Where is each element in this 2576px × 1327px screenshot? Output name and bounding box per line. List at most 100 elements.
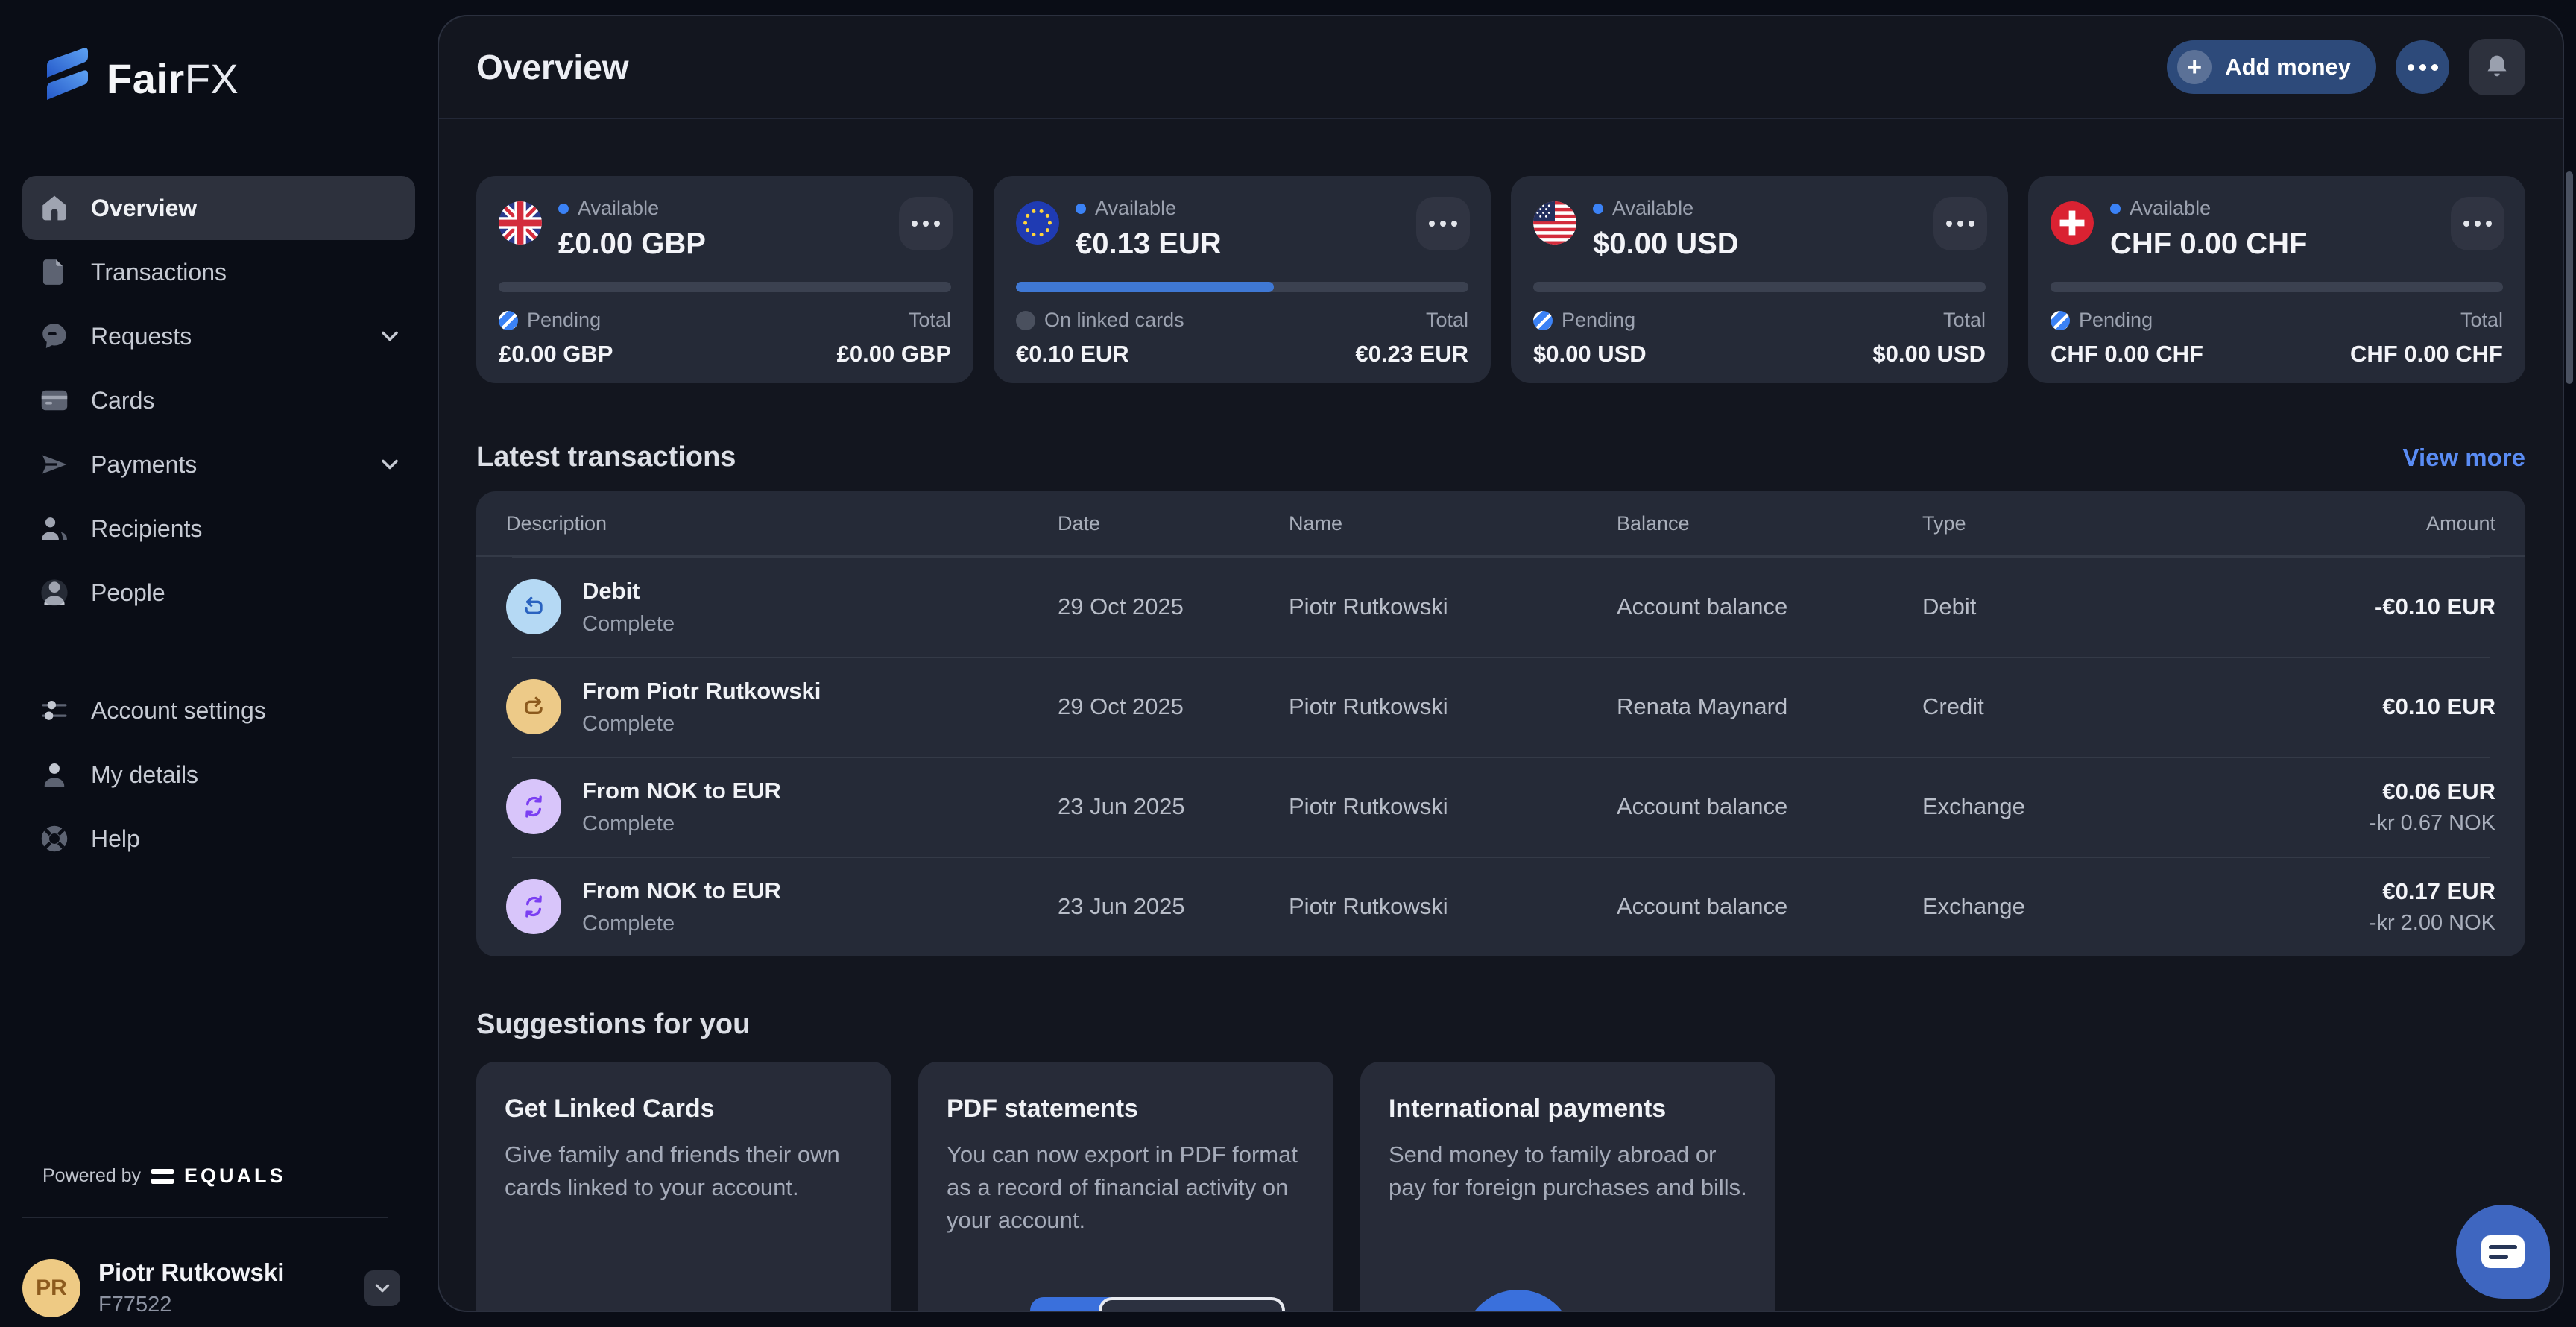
user-account-id: F77522 [98,1293,364,1317]
table-row[interactable]: From NOK to EUR Complete 23 Jun 2025 Pio… [476,857,2525,956]
suggestion-card-linked-cards[interactable]: Get Linked Cards Give family and friends… [476,1062,891,1312]
transaction-amount-secondary: -kr 2.00 NOK [2213,911,2496,936]
total-value: CHF 0.00 CHF [2350,341,2503,368]
add-money-button[interactable]: + Add money [2167,40,2376,94]
account-more-button[interactable] [2451,197,2504,250]
column-date: Date [1058,512,1289,535]
transaction-status: Complete [582,912,781,936]
exchange-icon [506,779,561,834]
available-label: Available [1095,197,1176,220]
table-header: Description Date Name Balance Type Amoun… [476,491,2525,557]
available-value: €0.13 EUR [1076,227,1222,261]
total-value: €0.23 EUR [1355,341,1468,368]
linked-cards-label: On linked cards [1044,309,1184,332]
suggestions-section-title: Suggestions for you [476,1009,750,1041]
pending-label: Pending [2079,309,2153,332]
user-menu-button[interactable] [364,1270,400,1306]
sidebar-item-payments[interactable]: Payments [22,432,415,497]
sidebar-item-label: Account settings [91,697,266,725]
card-icon [37,383,72,417]
fairfx-logo-icon [42,46,92,110]
transaction-title: From NOK to EUR [582,778,781,804]
column-amount: Amount [2213,512,2496,535]
account-more-button[interactable] [1416,197,1470,250]
total-label: Total [909,309,951,332]
sidebar-item-help[interactable]: Help [22,807,415,871]
suggestion-title: International payments [1389,1094,1747,1123]
available-dot [2110,204,2121,214]
ellipsis-icon [2408,64,2438,71]
table-row[interactable]: Debit Complete 29 Oct 2025 Piotr Rutkows… [476,557,2525,657]
exchange-icon [506,879,561,934]
transaction-status: Complete [582,812,781,836]
table-row[interactable]: From Piotr Rutkowski Complete 29 Oct 202… [476,657,2525,757]
transaction-balance: Account balance [1617,893,1922,920]
balance-progress [2051,282,2503,292]
transaction-amount: €0.06 EUR [2213,778,2496,805]
sidebar-item-cards[interactable]: Cards [22,368,415,432]
user-name: Piotr Rutkowski [98,1258,364,1287]
sidebar-item-overview[interactable]: Overview [22,176,415,240]
eu-flag-icon [1016,201,1059,245]
transaction-title: From NOK to EUR [582,877,781,904]
sliders-icon [37,693,72,728]
sidebar-item-recipients[interactable]: Recipients [22,497,415,561]
transfer-in-icon [506,679,561,734]
powered-by: Powered by EQUALS [42,1164,286,1188]
sidebar-item-people[interactable]: People [22,561,415,625]
table-row[interactable]: From NOK to EUR Complete 23 Jun 2025 Pio… [476,757,2525,857]
chat-support-button[interactable] [2456,1205,2550,1299]
sidebar: FairFX Overview Transactions Requests [0,0,438,1327]
sidebar-item-label: Payments [91,451,197,479]
column-balance: Balance [1617,512,1922,535]
account-card-eur: Available €0.13 EUR On linked cards €0.1… [994,176,1491,383]
sidebar-item-label: Help [91,825,140,853]
suggestion-card-pdf-statements[interactable]: PDF statements You can now export in PDF… [918,1062,1333,1312]
available-dot [558,204,569,214]
sidebar-item-requests[interactable]: Requests [22,304,415,368]
transaction-title: From Piotr Rutkowski [582,678,821,705]
transaction-status: Complete [582,612,675,637]
transaction-balance: Account balance [1617,793,1922,820]
transaction-balance: Renata Maynard [1617,693,1922,720]
available-dot [1076,204,1086,214]
view-more-link[interactable]: View more [2403,444,2525,472]
transaction-type: Exchange [1922,893,2213,920]
transaction-balance: Account balance [1617,593,1922,620]
account-card-chf: Available CHF 0.00 CHF Pending CHF 0.00 … [2028,176,2525,383]
transaction-name: Piotr Rutkowski [1289,593,1617,620]
linked-cards-icon [1016,311,1035,330]
brand-logo: FairFX [42,46,438,110]
sidebar-item-my-details[interactable]: My details [22,743,415,807]
suggestion-card-international-payments[interactable]: International payments Send money to fam… [1360,1062,1775,1312]
transaction-type: Credit [1922,693,2213,720]
sidebar-item-label: Transactions [91,259,227,286]
account-more-button[interactable] [1933,197,1987,250]
transaction-status: Complete [582,712,821,737]
account-more-button[interactable] [899,197,953,250]
balance-progress [1016,282,1468,292]
transaction-amount: €0.10 EUR [2213,693,2496,720]
plus-icon: + [2177,50,2212,84]
notifications-button[interactable] [2469,39,2525,95]
chat-request-icon [37,319,72,353]
pending-icon [2051,311,2070,330]
header-more-button[interactable] [2396,40,2449,94]
column-type: Type [1922,512,2213,535]
transaction-date: 23 Jun 2025 [1058,893,1289,920]
transaction-name: Piotr Rutkowski [1289,793,1617,820]
transactions-table: Description Date Name Balance Type Amoun… [476,491,2525,956]
sidebar-item-account-settings[interactable]: Account settings [22,678,415,743]
sidebar-item-label: Overview [91,195,197,222]
bell-icon [2482,52,2512,82]
send-icon [37,447,72,482]
transaction-date: 23 Jun 2025 [1058,793,1289,820]
total-label: Total [2460,309,2503,332]
sidebar-item-label: Requests [91,323,192,350]
sidebar-item-transactions[interactable]: Transactions [22,240,415,304]
home-icon [37,191,72,225]
chevron-down-icon [376,323,403,350]
total-label: Total [1943,309,1986,332]
scrollbar-thumb[interactable] [2566,171,2573,384]
chevron-down-icon [376,451,403,478]
